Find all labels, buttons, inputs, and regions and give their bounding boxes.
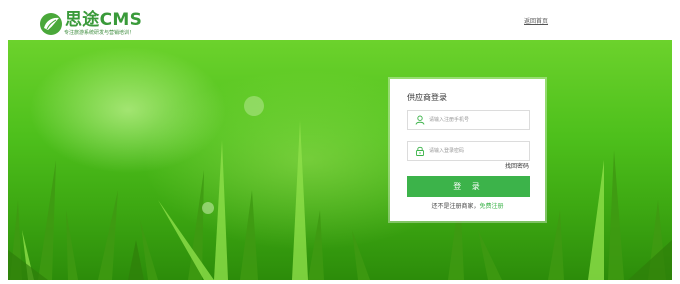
banner-background	[8, 40, 672, 280]
login-title: 供应商登录	[407, 93, 447, 102]
back-to-home-link[interactable]: 返回首页	[524, 18, 548, 26]
logo-slogan: 专注旅游系统研发与营销培训！	[64, 30, 135, 36]
lock-icon	[416, 146, 424, 156]
free-register-link[interactable]: 免费注册	[480, 203, 504, 210]
forgot-password-link[interactable]: 找回密码	[505, 163, 529, 171]
register-prompt: 还不是注册商家，	[431, 203, 480, 210]
login-panel: 供应商登录 找回密码 登 录 还不是注册商家，免费注册	[390, 79, 545, 221]
login-button[interactable]: 登 录	[407, 176, 530, 197]
phone-input[interactable]	[429, 113, 527, 127]
phone-field[interactable]	[407, 110, 530, 130]
grass-background-image	[8, 96, 672, 280]
site-logo[interactable]: 思途CMS 专注旅游系统研发与营销培训！	[38, 10, 158, 40]
site-header: 思途CMS 专注旅游系统研发与营销培训！ 返回首页	[0, 0, 680, 40]
leaf-logo-icon	[40, 13, 62, 35]
password-field[interactable]	[407, 141, 530, 161]
user-icon	[415, 115, 425, 125]
password-input[interactable]	[429, 144, 527, 158]
logo-title: 思途CMS	[65, 10, 143, 30]
register-row: 还不是注册商家，免费注册	[392, 203, 543, 211]
